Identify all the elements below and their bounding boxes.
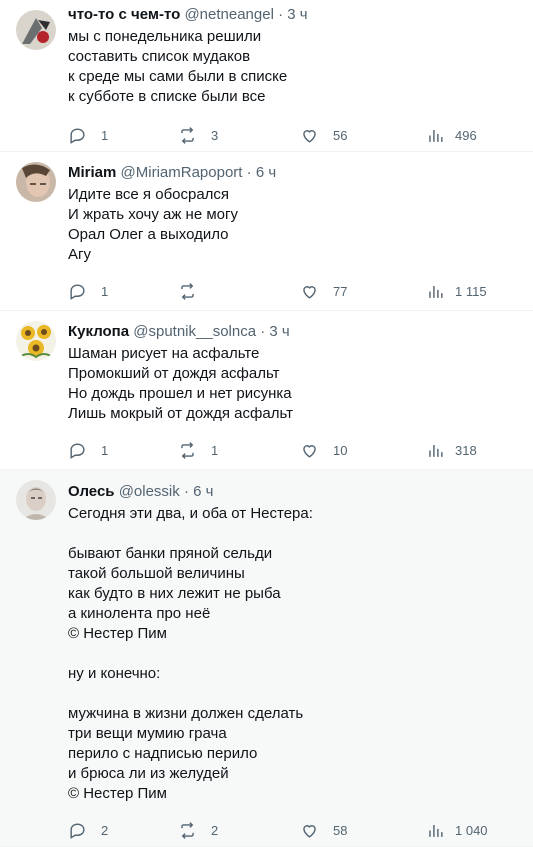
views-button[interactable]: 1 115: [426, 279, 487, 303]
tweet-header: Олесь @olessik · 6 ч: [68, 470, 533, 501]
like-count: 58: [333, 822, 348, 838]
avatar[interactable]: [16, 321, 56, 361]
retweet-button[interactable]: 2: [178, 818, 218, 842]
like-button[interactable]: 56: [300, 123, 347, 147]
separator-dot: ·: [246, 164, 252, 181]
tweet-header: что-то с чем-то @netneangel · 3 ч: [68, 0, 533, 24]
reply-icon: [70, 442, 85, 459]
separator-dot: ·: [260, 323, 266, 340]
separator-dot: ·: [278, 6, 284, 23]
analytics-icon: [429, 824, 443, 837]
tweet-text: Шаман рисует на асфальте Промокший от до…: [68, 345, 293, 422]
tweet[interactable]: Куклопа @sputnik__solnca · 3 ч Шаман рис…: [0, 311, 533, 470]
retweet-count: 2: [211, 822, 219, 838]
heart-icon: [303, 824, 316, 838]
reply-icon: [70, 283, 85, 300]
retweet-count: 1: [211, 442, 219, 458]
reply-count: 1: [101, 283, 109, 299]
tweet-text: Сегодня эти два, и оба от Нестера: бываю…: [68, 505, 313, 802]
avatar[interactable]: [16, 480, 56, 520]
retweet-button[interactable]: 3: [178, 123, 218, 147]
reply-count: 1: [101, 127, 109, 143]
reply-button[interactable]: 1: [68, 279, 108, 303]
retweet-button[interactable]: [178, 279, 211, 303]
view-count: 1 040: [455, 822, 488, 838]
author-name[interactable]: Miriam: [68, 164, 116, 181]
timestamp[interactable]: 3 ч: [269, 323, 289, 340]
tweet[interactable]: Miriam @MiriamRapoport · 6 ч Идите все я…: [0, 152, 533, 311]
author-name[interactable]: Куклопа: [68, 323, 129, 340]
timestamp[interactable]: 3 ч: [287, 6, 307, 23]
tweet-actions: 2 2 58 1 040: [68, 818, 533, 842]
like-count: 56: [333, 127, 348, 143]
author-name[interactable]: что-то с чем-то: [68, 6, 180, 23]
avatar-image: [16, 162, 56, 202]
tweet-text: мы с понедельника решили составить списо…: [68, 28, 288, 105]
views-button[interactable]: 318: [426, 438, 477, 462]
view-count: 496: [455, 127, 477, 143]
timestamp[interactable]: 6 ч: [193, 483, 213, 500]
avatar[interactable]: [16, 10, 56, 50]
views-button[interactable]: 1 040: [426, 818, 488, 842]
analytics-icon: [429, 285, 443, 298]
view-count: 1 115: [455, 283, 487, 299]
tweet-feed: что-то с чем-то @netneangel · 3 ч мы с п…: [0, 0, 533, 847]
tweet-header: Куклопа @sputnik__solnca · 3 ч: [68, 311, 533, 341]
retweet-icon: [181, 441, 194, 459]
reply-count: 1: [101, 442, 109, 458]
heart-icon: [303, 285, 316, 299]
reply-icon: [70, 822, 85, 839]
like-button[interactable]: 77: [300, 279, 347, 303]
like-count: 10: [333, 442, 348, 458]
analytics-icon: [429, 129, 443, 142]
timestamp[interactable]: 6 ч: [256, 164, 276, 181]
author-handle[interactable]: @sputnik__solnca: [133, 323, 256, 340]
heart-icon: [303, 129, 316, 143]
heart-icon: [303, 444, 316, 458]
tweet[interactable]: Олесь @olessik · 6 ч Сегодня эти два, и …: [0, 470, 533, 847]
retweet-button[interactable]: 1: [178, 438, 218, 462]
tweet-text: Идите все я обосрался И жрать хочу аж не…: [68, 186, 238, 263]
tweet-actions: 1 77 1 115: [68, 279, 533, 303]
reply-button[interactable]: 1: [68, 123, 108, 147]
retweet-count: 3: [211, 127, 219, 143]
retweet-icon: [181, 126, 194, 144]
like-button[interactable]: 10: [300, 438, 347, 462]
views-button[interactable]: 496: [426, 123, 477, 147]
avatar-image: [16, 321, 56, 361]
like-count: 77: [333, 283, 348, 299]
tweet-actions: 1 3 56 496: [68, 123, 533, 147]
author-handle[interactable]: @MiriamRapoport: [121, 164, 243, 181]
retweet-icon: [181, 821, 194, 839]
reply-button[interactable]: 1: [68, 438, 108, 462]
like-button[interactable]: 58: [300, 818, 347, 842]
reply-button[interactable]: 2: [68, 818, 108, 842]
tweet-header: Miriam @MiriamRapoport · 6 ч: [68, 152, 533, 182]
author-handle[interactable]: @olessik: [119, 483, 180, 500]
tweet[interactable]: что-то с чем-то @netneangel · 3 ч мы с п…: [0, 0, 533, 152]
retweet-icon: [181, 282, 194, 300]
view-count: 318: [455, 442, 477, 458]
author-handle[interactable]: @netneangel: [184, 6, 273, 23]
avatar-image: [16, 10, 56, 50]
avatar[interactable]: [16, 162, 56, 202]
author-name[interactable]: Олесь: [68, 483, 115, 500]
analytics-icon: [429, 444, 443, 457]
avatar-image: [16, 480, 56, 520]
tweet-actions: 1 1 10 318: [68, 438, 533, 462]
separator-dot: ·: [183, 483, 189, 500]
reply-icon: [70, 127, 85, 144]
reply-count: 2: [101, 822, 109, 838]
